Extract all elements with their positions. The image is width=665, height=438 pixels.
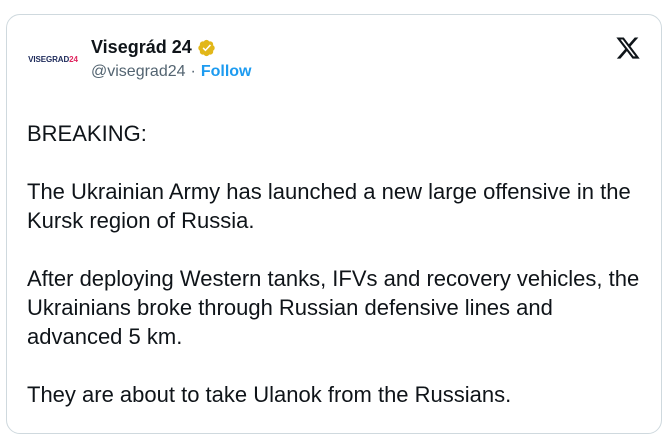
tweet-paragraph: The Ukrainian Army has launched a new la… xyxy=(27,179,631,233)
follow-button[interactable]: Follow xyxy=(201,63,252,81)
x-logo-icon[interactable] xyxy=(615,35,641,61)
author-handle-row: @visegrad24 · Follow xyxy=(91,63,252,81)
tweet-paragraph: After deploying Western tanks, IFVs and … xyxy=(27,266,640,349)
tweet-paragraph: They are about to take Ulanok from the R… xyxy=(27,382,512,407)
author-name-row: Visegrád 24 xyxy=(91,37,216,58)
avatar-logo-text: VISEGRAD24 xyxy=(28,54,78,64)
display-name[interactable]: Visegrád 24 xyxy=(91,37,192,58)
avatar[interactable]: VISEGRAD24 xyxy=(23,39,83,79)
author-handle[interactable]: @visegrad24 xyxy=(91,63,186,81)
tweet-text: BREAKING: The Ukrainian Army has launche… xyxy=(27,119,651,438)
separator-dot: · xyxy=(190,63,196,80)
tweet-card[interactable]: VISEGRAD24 Visegrád 24 @visegrad24 · Fol… xyxy=(6,14,662,434)
verified-badge-icon xyxy=(198,39,215,56)
tweet-paragraph: BREAKING: xyxy=(27,121,147,146)
